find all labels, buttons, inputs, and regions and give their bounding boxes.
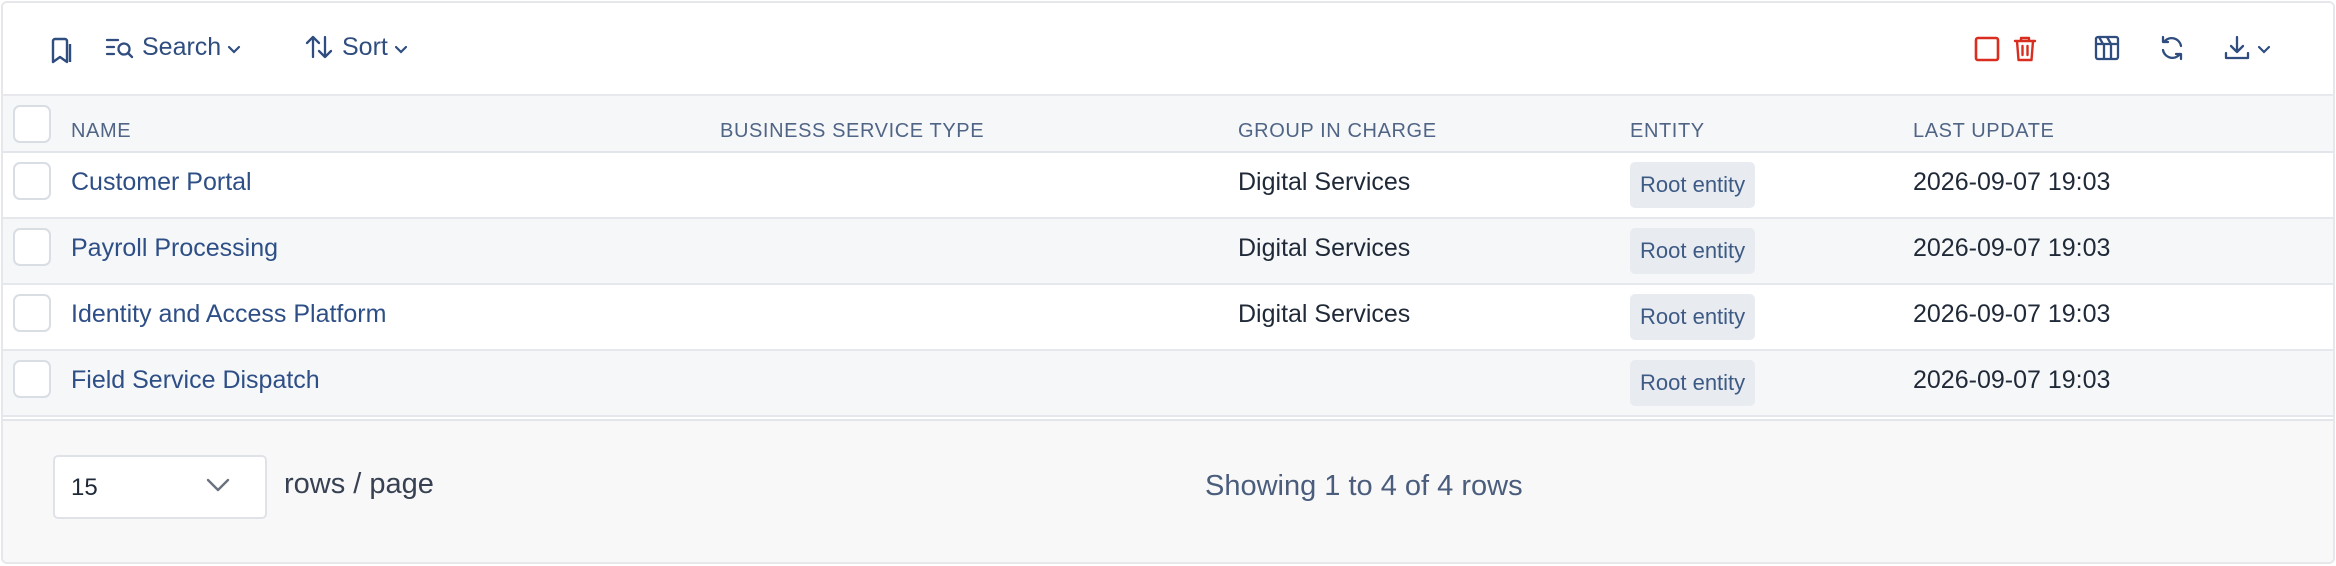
refresh-icon[interactable] <box>2158 34 2186 62</box>
table-row: Identity and Access Platform Digital Ser… <box>3 285 2333 351</box>
table-row: Customer Portal Digital Services Root en… <box>3 153 2333 219</box>
page-size-select[interactable]: 15 <box>53 455 267 519</box>
row-name-link[interactable]: Customer Portal <box>71 168 252 197</box>
pagination-summary: Showing 1 to 4 of 4 rows <box>1205 470 1523 502</box>
row-last-update: 2026-09-07 19:03 <box>1913 168 2111 196</box>
entity-badge: Root entity <box>1630 294 1756 340</box>
row-last-update: 2026-09-07 19:03 <box>1913 234 2111 262</box>
column-header-entity[interactable]: ENTITY <box>1630 120 1705 143</box>
entity-badge: Root entity <box>1630 360 1756 406</box>
row-last-update: 2026-09-07 19:03 <box>1913 366 2111 394</box>
sort-label: Sort <box>342 32 388 61</box>
rows-per-page-label: rows / page <box>284 468 434 500</box>
column-header-last-update[interactable]: LAST UPDATE <box>1913 120 2054 143</box>
search-list-icon <box>104 32 134 62</box>
select-mode-checkbox-icon[interactable] <box>1974 36 2000 62</box>
row-name-link[interactable]: Field Service Dispatch <box>71 366 320 395</box>
bookmark-icon[interactable] <box>47 35 75 65</box>
page-size-value: 15 <box>71 474 98 501</box>
row-checkbox[interactable] <box>13 294 51 332</box>
search-label: Search <box>142 32 222 61</box>
download-icon <box>2223 34 2251 62</box>
chevron-down-icon <box>394 33 408 62</box>
trash-icon[interactable] <box>2012 35 2038 63</box>
results-card: Search Sort NAME BUSINESS SERVICE TYPE G… <box>1 1 2335 564</box>
chevron-down-icon <box>205 477 231 498</box>
column-header-business-service-type[interactable]: BUSINESS SERVICE TYPE <box>720 120 984 143</box>
export-button[interactable] <box>2223 33 2271 62</box>
toolbar: Search Sort <box>3 3 2333 94</box>
row-group-in-charge: Digital Services <box>1238 300 1411 328</box>
row-name-link[interactable]: Payroll Processing <box>71 234 278 263</box>
select-all-checkbox[interactable] <box>13 105 51 143</box>
row-group-in-charge: Digital Services <box>1238 168 1411 196</box>
table-row: Payroll Processing Digital Services Root… <box>3 219 2333 285</box>
column-header-name[interactable]: NAME <box>71 120 131 143</box>
table-row: Field Service Dispatch Root entity 2026-… <box>3 351 2333 417</box>
pagination-footer: 15 rows / page Showing 1 to 4 of 4 rows <box>3 419 2333 562</box>
sort-arrows-icon <box>304 32 334 62</box>
chevron-down-icon <box>227 33 241 62</box>
table-header: NAME BUSINESS SERVICE TYPE GROUP IN CHAR… <box>3 94 2333 153</box>
row-group-in-charge: Digital Services <box>1238 234 1411 262</box>
entity-badge: Root entity <box>1630 162 1756 208</box>
chevron-down-icon <box>2257 33 2271 62</box>
row-checkbox[interactable] <box>13 228 51 266</box>
row-checkbox[interactable] <box>13 360 51 398</box>
entity-badge: Root entity <box>1630 228 1756 274</box>
column-header-group-in-charge[interactable]: GROUP IN CHARGE <box>1238 120 1437 143</box>
row-name-link[interactable]: Identity and Access Platform <box>71 300 386 329</box>
columns-icon[interactable] <box>2093 34 2121 62</box>
row-last-update: 2026-09-07 19:03 <box>1913 300 2111 328</box>
search-button[interactable]: Search <box>104 32 241 62</box>
sort-button[interactable]: Sort <box>304 32 408 62</box>
row-checkbox[interactable] <box>13 162 51 200</box>
